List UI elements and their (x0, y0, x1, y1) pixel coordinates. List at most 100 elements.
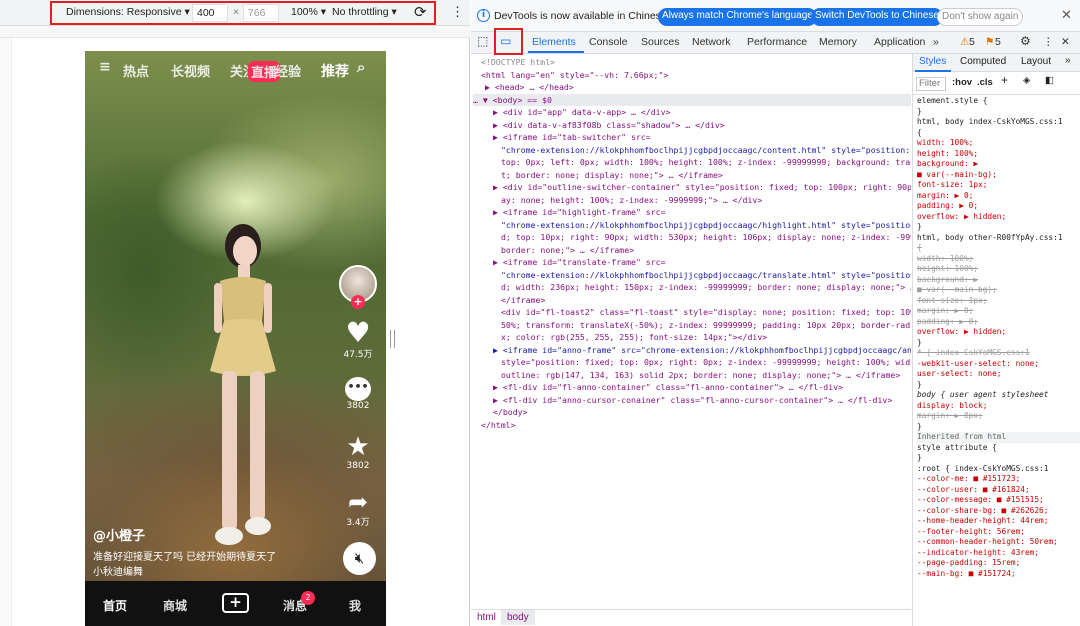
height-input[interactable]: 766 (243, 4, 279, 22)
favorite-button[interactable]: ★ 3802 (338, 433, 378, 471)
dom-node-line[interactable]: ▶ <iframe id="highlight-frame" src= (493, 206, 666, 219)
switch-chinese-button[interactable]: Switch DevTools to Chinese (811, 8, 943, 26)
dom-node-line[interactable]: "chrome-extension://klokphhomfboclhpijjc… (501, 219, 911, 232)
dom-node-line[interactable]: top: 0px; left: 0px; width: 100%; height… (501, 156, 911, 169)
dom-node-line[interactable]: ▶ <head> … </head> (485, 81, 574, 94)
crumb-body[interactable]: body (501, 610, 535, 625)
author-name[interactable]: @小橙子 (93, 525, 145, 544)
tab-console[interactable]: Console (589, 36, 628, 48)
crumb-html[interactable]: html (477, 612, 496, 623)
dimensions-select[interactable]: Dimensions: Responsive ▾ (66, 6, 190, 18)
style-rule-line[interactable]: --common-header-height: 50rem; (917, 537, 1058, 548)
style-rule-line[interactable]: --color-me: ■ #151723; (917, 474, 1020, 485)
dom-node-line[interactable]: <!DOCTYPE html> (481, 56, 555, 69)
width-input[interactable]: 400 (192, 4, 228, 22)
style-rule-line[interactable]: margin: ▶ 8px; (917, 411, 983, 422)
style-rule-line[interactable]: --page-padding: 15rem; (917, 558, 1020, 569)
style-rule-line[interactable]: padding: ▶ 0; (917, 201, 978, 212)
style-rule-line[interactable]: width: 100%; (917, 254, 973, 265)
style-rule-line[interactable]: overflow: ▶ hidden; (917, 327, 1006, 338)
style-rule-line[interactable]: :root { index-CskYoMGS.css:1 (917, 464, 1048, 475)
style-rule-line[interactable]: element.style { (917, 96, 987, 107)
style-rule-line[interactable]: width: 100%; (917, 138, 973, 149)
search-icon[interactable]: ⌕ (357, 58, 365, 76)
computed-tab[interactable]: Computed (960, 56, 1006, 68)
style-rule-line[interactable]: body { user agent stylesheet (917, 390, 1048, 401)
style-rule-line[interactable]: --indicator-height: 43rem; (917, 548, 1039, 559)
style-rule-line[interactable]: --main-bg: ■ #151724; (917, 569, 1016, 580)
dom-node-line[interactable]: style="position: fixed; top: 0px; right:… (501, 356, 911, 369)
close-icon[interactable]: ✕ (1061, 8, 1072, 23)
more-tabs-icon[interactable]: » (933, 36, 939, 48)
style-rule-line[interactable]: style attribute { (917, 443, 997, 454)
dom-node-line[interactable]: d; width: 236px; height: 150px; z-index:… (501, 281, 911, 294)
dom-node-line[interactable]: ▶ <iframe id="tab-switcher" src= (493, 131, 651, 144)
dom-node-line[interactable]: 50%; transform: translateX(-50%); z-inde… (501, 319, 911, 332)
dom-node-line[interactable]: ▶ <div id="outline-switcher-container" s… (493, 181, 911, 194)
elements-tree[interactable]: <!DOCTYPE html> <html lang="en" style="--… (471, 54, 911, 609)
dom-node-line[interactable]: ay: none; height: 100%; z-index: -999999… (501, 194, 762, 207)
nav-hot[interactable]: 热点 (123, 61, 149, 80)
dom-node-line[interactable]: … ▼ <body> == $0 (473, 93, 911, 106)
style-rule-line[interactable]: html, body index-CskYoMGS.css:1 (917, 117, 1063, 128)
device-toggle-icon[interactable]: ▭ (500, 34, 511, 48)
style-rule-line[interactable]: --color-user: ■ #161824; (917, 485, 1030, 496)
more-options-icon[interactable]: ⋮ (451, 4, 464, 20)
dom-node-line[interactable]: </html> (481, 419, 516, 432)
style-rule-line[interactable]: height: 100%; (917, 149, 978, 160)
style-rule-line[interactable]: padding: ▶ 0; (917, 317, 978, 328)
throttling-select[interactable]: No throttling ▾ (332, 6, 397, 18)
more-panels-icon[interactable]: » (1065, 55, 1071, 67)
settings-gear-icon[interactable]: ⚙ (1020, 34, 1031, 48)
tab-elements[interactable]: Elements (532, 36, 576, 48)
style-rule-line[interactable]: * { index-CskYoMGS.css:1 (917, 348, 1030, 359)
dom-node-line[interactable]: ▶ <div data-v-af83f08b class="shadow"> …… (493, 119, 725, 132)
style-rule-line[interactable]: --color-message: ■ #151515; (917, 495, 1044, 506)
close-devtools-icon[interactable]: ✕ (1061, 36, 1070, 48)
mute-icon[interactable]: 🔇︎ (343, 542, 376, 575)
style-rule-line[interactable]: ■ var(--main-bg); (917, 285, 997, 296)
issue-icon[interactable]: ⚑ (985, 36, 994, 48)
tab-network[interactable]: Network (692, 36, 731, 48)
style-rule-line[interactable]: } (917, 338, 922, 349)
follow-plus-icon[interactable]: + (351, 295, 365, 309)
bottom-me[interactable]: 我 (349, 597, 361, 614)
sidebar-toggle-icon[interactable]: ◧ (1045, 75, 1054, 87)
dom-node-line[interactable]: ▶ <div id="app" data-v-app> … </div> (493, 106, 670, 119)
class-toggle[interactable]: .cls (977, 77, 993, 89)
style-rule-line[interactable]: ■ var(--main-bg); (917, 170, 997, 181)
style-rule-line[interactable]: { (917, 128, 922, 139)
dom-node-line[interactable]: outline: rgb(147, 134, 163) solid 2px; b… (501, 369, 900, 382)
dom-node-line[interactable]: ▶ <iframe id="translate-frame" src= (493, 256, 666, 269)
styles-tab[interactable]: Styles (919, 56, 946, 68)
style-rule-line[interactable]: } (917, 380, 922, 391)
style-rule-line[interactable]: margin: ▶ 0; (917, 306, 973, 317)
share-button[interactable]: ➦ 3.4万 (338, 489, 378, 528)
style-rule-line[interactable]: font-size: 1px; (917, 180, 987, 191)
dom-node-line[interactable]: </iframe> (501, 294, 545, 307)
match-language-button[interactable]: Always match Chrome's language (658, 8, 817, 26)
nav-recommend[interactable]: 推荐 (321, 61, 349, 81)
style-rule-line[interactable]: overflow: ▶ hidden; (917, 212, 1006, 223)
dom-node-line[interactable]: t; border: none; display: none;"> … </if… (501, 169, 723, 182)
devtools-menu-icon[interactable]: ⋮ (1043, 36, 1054, 48)
dom-node-line[interactable]: ▶ <fl-div id="anno-cursor-conainer" clas… (493, 394, 892, 407)
nav-experience[interactable]: 经验 (275, 61, 301, 80)
style-rule-line[interactable]: font-size: 1px; (917, 296, 987, 307)
new-rule-icon[interactable]: + (1001, 74, 1008, 85)
dom-node-line[interactable]: </body> (493, 406, 528, 419)
tab-sources[interactable]: Sources (641, 36, 680, 48)
tab-application[interactable]: Application (874, 36, 925, 48)
style-rule-line[interactable]: height: 100%; (917, 264, 978, 275)
resize-handle[interactable] (390, 330, 395, 348)
style-rule-line[interactable]: } (917, 422, 922, 433)
style-rule-line[interactable]: -webkit-user-select: none; (917, 359, 1039, 370)
style-rule-line[interactable]: } (917, 107, 922, 118)
style-rule-line[interactable]: Inherited from html (917, 432, 1080, 443)
bottom-home[interactable]: 首页 (103, 597, 127, 614)
style-rule-line[interactable]: user-select: none; (917, 369, 1002, 380)
like-button[interactable]: ♥ 47.5万 (338, 319, 378, 361)
inspect-icon[interactable]: ⬚ (477, 34, 488, 48)
style-rule-line[interactable]: { (917, 243, 922, 254)
style-rule-line[interactable]: --color-share-bg: ■ #262626; (917, 506, 1048, 517)
